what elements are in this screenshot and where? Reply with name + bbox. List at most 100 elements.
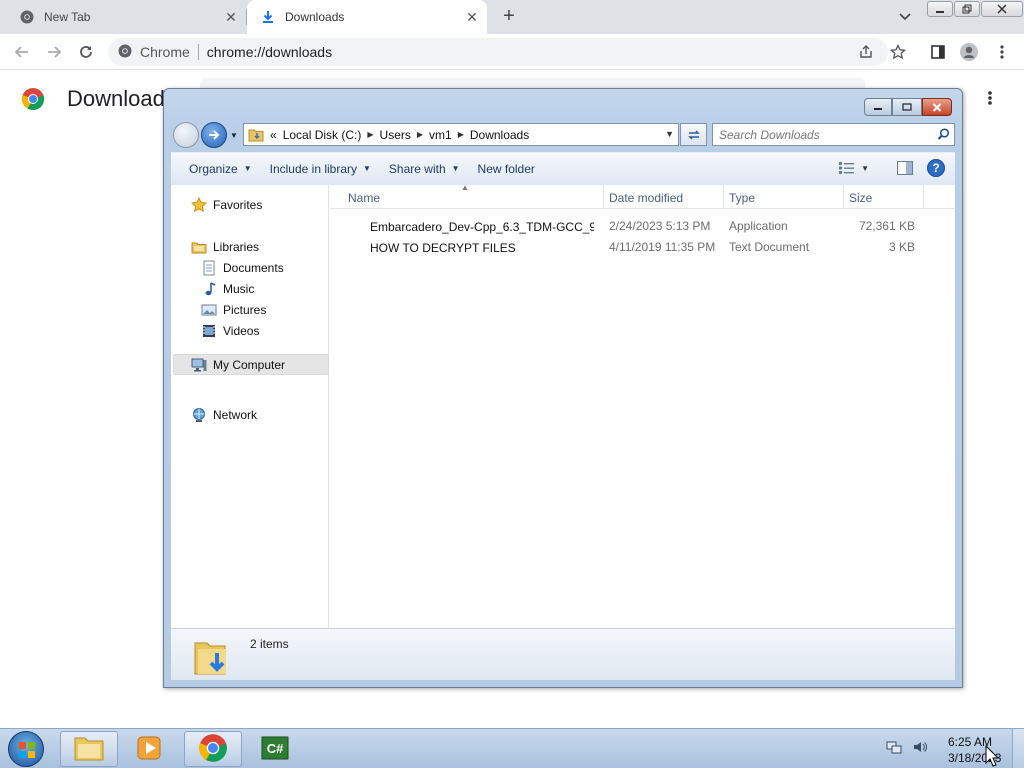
download-icon bbox=[261, 10, 275, 24]
view-options-icon[interactable]: ▼ bbox=[839, 162, 869, 174]
nav-my-computer[interactable]: My Computer bbox=[173, 354, 329, 375]
profile-avatar-icon[interactable] bbox=[959, 42, 979, 62]
explorer-maximize-button[interactable] bbox=[892, 98, 922, 116]
folder-icon bbox=[73, 734, 105, 765]
file-name-cell[interactable]: DEV Embarcadero_Dev-Cpp_6.3_TDM-GCC_9...… bbox=[369, 219, 594, 235]
close-tab-icon[interactable]: ✕ bbox=[224, 10, 238, 24]
crumb-arrow-icon[interactable]: ▶ bbox=[367, 130, 373, 139]
include-in-library-menu[interactable]: Include in library ▼ bbox=[270, 162, 371, 176]
column-size[interactable]: Size bbox=[849, 191, 872, 205]
chrome-logo-icon bbox=[21, 87, 45, 111]
bookmark-star-icon[interactable] bbox=[888, 42, 908, 62]
window-controls bbox=[927, 1, 1023, 17]
explorer-caption-buttons bbox=[864, 98, 952, 116]
crumb-vm1[interactable]: vm1 bbox=[429, 128, 452, 142]
new-tab-button[interactable]: + bbox=[499, 6, 519, 26]
close-tab-icon[interactable]: ✕ bbox=[465, 10, 479, 24]
downloads-folder-icon bbox=[191, 635, 231, 680]
nav-videos[interactable]: Videos bbox=[201, 323, 259, 339]
media-player-icon bbox=[135, 734, 163, 765]
help-icon[interactable]: ? bbox=[927, 159, 945, 177]
side-panel-icon[interactable] bbox=[928, 42, 948, 62]
nav-music[interactable]: Music bbox=[201, 281, 254, 297]
search-icon[interactable] bbox=[937, 128, 950, 144]
address-dropdown-icon[interactable]: ▼ bbox=[665, 129, 674, 139]
recent-pages-dropdown-icon[interactable]: ▼ bbox=[230, 131, 238, 140]
column-date-modified[interactable]: Date modified bbox=[609, 191, 683, 205]
search-input[interactable]: Search Downloads bbox=[712, 123, 955, 146]
system-tray bbox=[886, 739, 928, 758]
reload-button[interactable] bbox=[76, 42, 96, 62]
restore-button[interactable] bbox=[954, 1, 980, 17]
crumb-users[interactable]: Users bbox=[380, 128, 411, 142]
nav-favorites-label: Favorites bbox=[213, 198, 263, 212]
file-size: 3 KB bbox=[888, 240, 915, 254]
pictures-icon bbox=[201, 302, 217, 318]
taskbar-csharp-app[interactable]: C# bbox=[246, 731, 304, 767]
downloads-menu-icon[interactable] bbox=[980, 90, 1000, 110]
file-type: Application bbox=[729, 219, 788, 233]
file-date: 4/11/2019 11:35 PM bbox=[609, 240, 716, 254]
url-text[interactable]: chrome://downloads bbox=[207, 44, 332, 60]
new-folder-button[interactable]: New folder bbox=[478, 162, 535, 176]
crumb-downloads[interactable]: Downloads bbox=[470, 128, 529, 142]
explorer-minimize-button[interactable] bbox=[864, 98, 892, 116]
explorer-panes: Favorites Libraries Documents Music Pict… bbox=[171, 183, 955, 629]
column-name[interactable]: Name bbox=[348, 191, 380, 205]
nav-pictures[interactable]: Pictures bbox=[201, 302, 266, 318]
back-button[interactable] bbox=[12, 42, 32, 62]
volume-icon[interactable] bbox=[912, 739, 928, 758]
csharp-icon: C# bbox=[260, 735, 290, 764]
file-row[interactable]: HOW TO DECRYPT FILES 4/11/2019 11:35 PM … bbox=[330, 237, 955, 258]
taskbar-media-player[interactable] bbox=[120, 731, 178, 767]
column-type[interactable]: Type bbox=[729, 191, 755, 205]
column-divider[interactable] bbox=[723, 185, 724, 209]
column-divider[interactable] bbox=[923, 185, 924, 209]
crumb-arrow-icon[interactable]: ▶ bbox=[458, 130, 464, 139]
taskbar-explorer[interactable] bbox=[60, 731, 118, 767]
close-window-button[interactable] bbox=[981, 1, 1023, 17]
chrome-menu-icon[interactable] bbox=[992, 42, 1012, 62]
explorer-forward-button[interactable] bbox=[201, 122, 227, 148]
start-button[interactable] bbox=[8, 731, 44, 767]
column-divider[interactable] bbox=[603, 185, 604, 209]
nav-documents-label: Documents bbox=[223, 261, 284, 275]
tab-search-chevron-icon[interactable] bbox=[897, 8, 913, 24]
nav-pictures-label: Pictures bbox=[223, 303, 267, 317]
forward-button[interactable] bbox=[44, 42, 64, 62]
share-icon[interactable] bbox=[856, 42, 876, 62]
minimize-button[interactable] bbox=[927, 1, 953, 17]
omnibox[interactable]: Chrome chrome://downloads bbox=[108, 38, 888, 66]
address-overflow[interactable]: « bbox=[270, 128, 277, 142]
chrome-tabstrip: New Tab ✕ Downloads ✕ + bbox=[0, 0, 1024, 34]
address-bar[interactable]: « Local Disk (C:) ▶ Users ▶ vm1 ▶ Downlo… bbox=[243, 123, 679, 146]
nav-network[interactable]: Network bbox=[191, 407, 257, 423]
navigation-pane: Favorites Libraries Documents Music Pict… bbox=[171, 185, 329, 629]
preview-pane-icon[interactable] bbox=[897, 161, 913, 175]
column-header: ▲ Name Date modified Type Size bbox=[330, 183, 955, 209]
explorer-back-button[interactable] bbox=[173, 122, 199, 148]
chrome-icon bbox=[20, 10, 34, 24]
tab-downloads[interactable]: Downloads ✕ bbox=[247, 0, 487, 34]
crumb-arrow-icon[interactable]: ▶ bbox=[417, 130, 423, 139]
tab-new-tab[interactable]: New Tab ✕ bbox=[0, 0, 246, 34]
svg-text:?: ? bbox=[932, 161, 939, 175]
nav-documents[interactable]: Documents bbox=[201, 260, 284, 276]
nav-libraries[interactable]: Libraries bbox=[191, 239, 259, 255]
refresh-button[interactable] bbox=[680, 123, 707, 146]
chrome-icon bbox=[198, 733, 228, 766]
nav-favorites[interactable]: Favorites bbox=[191, 197, 262, 213]
music-note-icon bbox=[201, 281, 217, 297]
explorer-close-button[interactable] bbox=[922, 98, 952, 116]
column-divider[interactable] bbox=[843, 185, 844, 209]
organize-menu[interactable]: Organize ▼ bbox=[189, 162, 252, 176]
file-row[interactable]: DEV Embarcadero_Dev-Cpp_6.3_TDM-GCC_9...… bbox=[330, 216, 955, 237]
show-desktop-button[interactable] bbox=[1012, 729, 1024, 768]
taskbar-chrome[interactable] bbox=[184, 731, 242, 767]
network-status-icon[interactable] bbox=[886, 739, 902, 758]
file-name-cell[interactable]: HOW TO DECRYPT FILES bbox=[369, 240, 594, 256]
sort-arrow-icon: ▲ bbox=[461, 183, 469, 192]
crumb-local-disk[interactable]: Local Disk (C:) bbox=[283, 128, 362, 142]
dropdown-arrow-icon: ▼ bbox=[451, 164, 460, 173]
share-with-menu[interactable]: Share with ▼ bbox=[389, 162, 460, 176]
